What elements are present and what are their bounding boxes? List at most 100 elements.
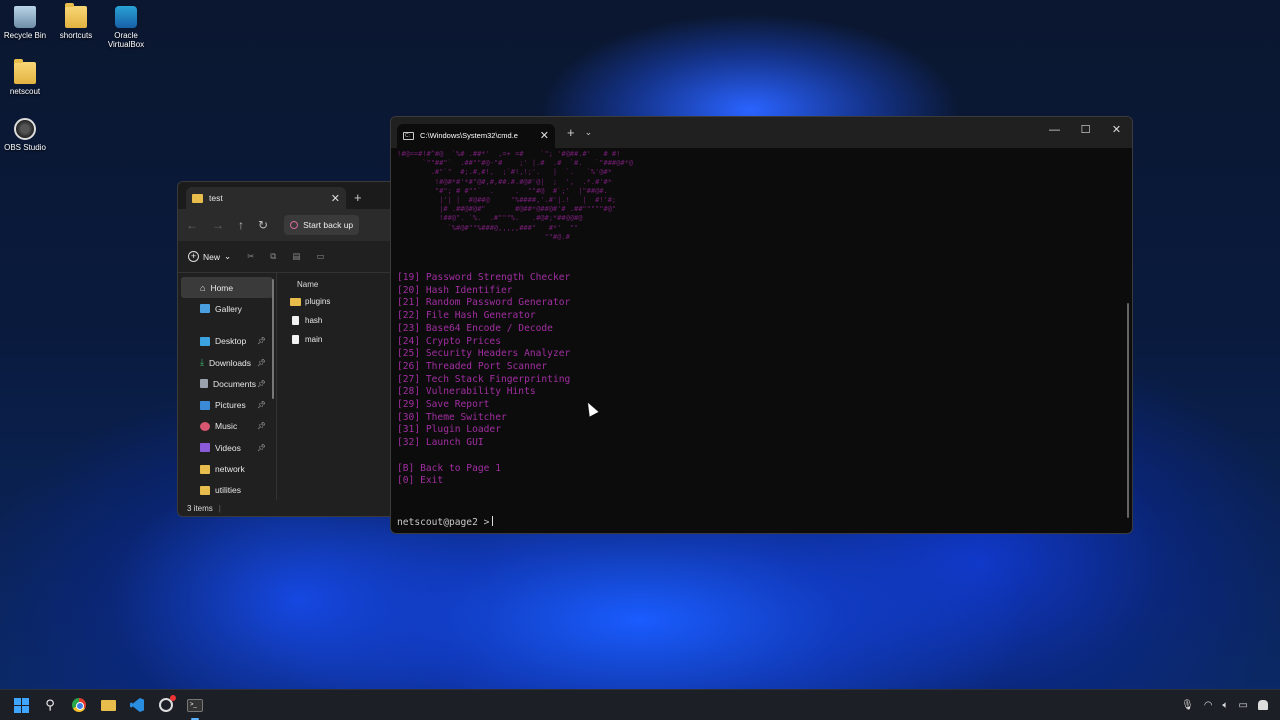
file-row[interactable]: hash bbox=[277, 311, 391, 330]
vscode-icon bbox=[130, 698, 144, 712]
download-icon: ⤓ bbox=[200, 357, 204, 368]
search-icon[interactable]: ⚲ bbox=[41, 696, 59, 714]
sidebar-scrollbar[interactable] bbox=[272, 279, 274, 399]
sidebar-item-home[interactable]: ⌂ Home bbox=[181, 277, 273, 299]
file-row[interactable]: plugins bbox=[277, 292, 391, 311]
window-controls: — ☐ ✕ bbox=[1039, 117, 1132, 145]
new-tab-button[interactable]: + bbox=[354, 190, 362, 205]
menu-item-back: [B] Back to Page 1 bbox=[397, 462, 501, 474]
menu-item: [31] Plugin Loader bbox=[397, 424, 501, 436]
menu-item: [27] Tech Stack Fingerprinting bbox=[397, 373, 571, 385]
terminal-menu: [19] Password Strength Checker [20] Hash… bbox=[397, 272, 1126, 488]
folder-icon bbox=[14, 59, 36, 84]
sidebar-item-label: Home bbox=[210, 282, 234, 293]
pin-icon[interactable]: 📌︎ bbox=[257, 422, 266, 430]
taskbar-vscode[interactable] bbox=[128, 696, 146, 714]
new-button[interactable]: + New ⌄ bbox=[188, 251, 231, 262]
volume-icon[interactable]: 🔈︎ bbox=[1223, 700, 1229, 711]
microphone-icon[interactable]: 🎙︎ bbox=[1181, 700, 1194, 711]
terminal-tab[interactable]: C: C:\Windows\System32\cmd.e ✕ bbox=[397, 123, 555, 148]
new-tab-button[interactable]: + bbox=[567, 125, 575, 140]
menu-item: [23] Base64 Encode / Decode bbox=[397, 322, 553, 334]
desktop-icon-label: OBS Studio bbox=[4, 143, 46, 152]
start-button[interactable] bbox=[12, 696, 30, 714]
pin-icon[interactable]: 📌︎ bbox=[257, 401, 266, 409]
rename-icon[interactable]: ▭ bbox=[316, 251, 324, 262]
desktop-icon-netscout[interactable]: netscout bbox=[0, 59, 55, 96]
sidebar-item-videos[interactable]: Videos 📌︎ bbox=[178, 437, 276, 458]
terminal-body[interactable]: !#@==#!#^#@ `%# .##*' ,=+ =# `"; '#@##.#… bbox=[391, 148, 1132, 533]
sidebar-item-label: Documents bbox=[213, 378, 256, 389]
chevron-down-icon: ⌄ bbox=[224, 251, 232, 261]
windows-start-icon bbox=[13, 697, 29, 713]
explorer-sidebar: ⌂ Home Gallery Desktop 📌︎ ⤓ Downloads 📌︎… bbox=[178, 273, 277, 500]
minimize-button[interactable]: — bbox=[1039, 117, 1070, 145]
pin-icon[interactable]: 📌︎ bbox=[257, 359, 266, 367]
refresh-icon[interactable]: ↻ bbox=[258, 218, 268, 232]
sidebar-item-documents[interactable]: Documents 📌︎ bbox=[178, 373, 276, 394]
sidebar-item-label: Gallery bbox=[215, 303, 242, 314]
terminal-window: C: C:\Windows\System32\cmd.e ✕ + ⌄ — ☐ ✕… bbox=[390, 116, 1133, 534]
file-name: plugins bbox=[305, 297, 331, 306]
chrome-icon bbox=[72, 698, 86, 712]
file-icon bbox=[292, 316, 299, 325]
notification-icon[interactable] bbox=[1258, 700, 1268, 710]
close-icon[interactable]: ✕ bbox=[540, 129, 549, 142]
sidebar-item-label: utilities bbox=[215, 485, 241, 496]
folder-icon bbox=[192, 193, 203, 203]
sidebar-item-music[interactable]: Music 📌︎ bbox=[178, 416, 276, 437]
terminal-scrollbar[interactable] bbox=[1127, 303, 1129, 518]
pin-icon[interactable]: 📌︎ bbox=[257, 337, 266, 345]
menu-item: [25] Security Headers Analyzer bbox=[397, 348, 571, 360]
desktop-icon-obs[interactable]: OBS Studio bbox=[0, 118, 55, 152]
close-button[interactable]: ✕ bbox=[1101, 117, 1132, 145]
sidebar-item-desktop[interactable]: Desktop 📌︎ bbox=[178, 331, 276, 352]
taskbar-obs[interactable] bbox=[157, 695, 176, 714]
back-arrow-icon[interactable]: ← bbox=[186, 218, 198, 232]
pin-icon[interactable]: 📌︎ bbox=[257, 444, 266, 452]
close-icon[interactable]: ✕ bbox=[331, 192, 340, 205]
sidebar-item-network[interactable]: network bbox=[178, 458, 276, 479]
file-row[interactable]: main bbox=[277, 330, 391, 349]
desktop-icon-label: netscout bbox=[9, 87, 41, 96]
backup-label: Start back up bbox=[303, 220, 354, 230]
forward-arrow-icon[interactable]: → bbox=[212, 218, 224, 232]
sidebar-item-label: Downloads bbox=[208, 357, 252, 368]
terminal-icon: >_ bbox=[187, 698, 203, 712]
menu-item: [22] File Hash Generator bbox=[397, 310, 536, 322]
pin-icon[interactable]: 📌︎ bbox=[257, 380, 266, 388]
sidebar-item-downloads[interactable]: ⤓ Downloads 📌︎ bbox=[178, 352, 276, 373]
wifi-icon[interactable]: ◠ bbox=[1204, 700, 1213, 711]
sidebar-item-label: Pictures bbox=[215, 400, 246, 411]
cut-icon[interactable]: ✂ bbox=[247, 251, 254, 262]
sidebar-item-label: network bbox=[215, 464, 245, 475]
sidebar-item-label: Desktop bbox=[215, 336, 247, 347]
sidebar-item-pictures[interactable]: Pictures 📌︎ bbox=[178, 394, 276, 415]
explorer-tab[interactable]: test ✕ bbox=[186, 187, 346, 209]
videos-icon bbox=[200, 443, 210, 453]
folder-icon bbox=[200, 464, 210, 474]
battery-icon[interactable]: ▭ bbox=[1239, 700, 1248, 711]
sidebar-item-label: Music bbox=[215, 421, 238, 432]
music-icon bbox=[200, 421, 210, 431]
taskbar-terminal[interactable]: >_ bbox=[186, 696, 204, 720]
taskbar-chrome[interactable] bbox=[70, 696, 88, 714]
menu-item: [28] Vulnerability Hints bbox=[397, 386, 536, 398]
prompt-text: netscout@page2 > bbox=[397, 517, 490, 528]
chevron-down-icon[interactable]: ⌄ bbox=[585, 127, 593, 138]
terminal-prompt[interactable]: netscout@page2 > bbox=[397, 516, 494, 528]
taskbar-file-explorer[interactable] bbox=[99, 696, 117, 714]
column-header-name[interactable]: Name bbox=[277, 276, 391, 292]
cmd-icon: C: bbox=[403, 131, 414, 140]
up-arrow-icon[interactable]: ↑ bbox=[238, 218, 244, 232]
maximize-button[interactable]: ☐ bbox=[1070, 117, 1101, 145]
sidebar-item-utilities[interactable]: utilities bbox=[178, 480, 276, 501]
paste-icon[interactable]: ▤ bbox=[292, 251, 300, 262]
sidebar-item-gallery[interactable]: Gallery bbox=[178, 298, 276, 319]
menu-item: [30] Theme Switcher bbox=[397, 411, 507, 423]
explorer-tabbar: test ✕ + bbox=[178, 182, 391, 209]
start-backup-button[interactable]: Start back up bbox=[284, 215, 360, 235]
ascii-art-banner: !#@==#!#^#@ `%# .##*' ,=+ =# `"; '#@##.#… bbox=[397, 150, 634, 241]
copy-icon[interactable]: ⧉ bbox=[270, 251, 276, 262]
desktop-icon-virtualbox[interactable]: Oracle VirtualBox bbox=[96, 6, 156, 49]
